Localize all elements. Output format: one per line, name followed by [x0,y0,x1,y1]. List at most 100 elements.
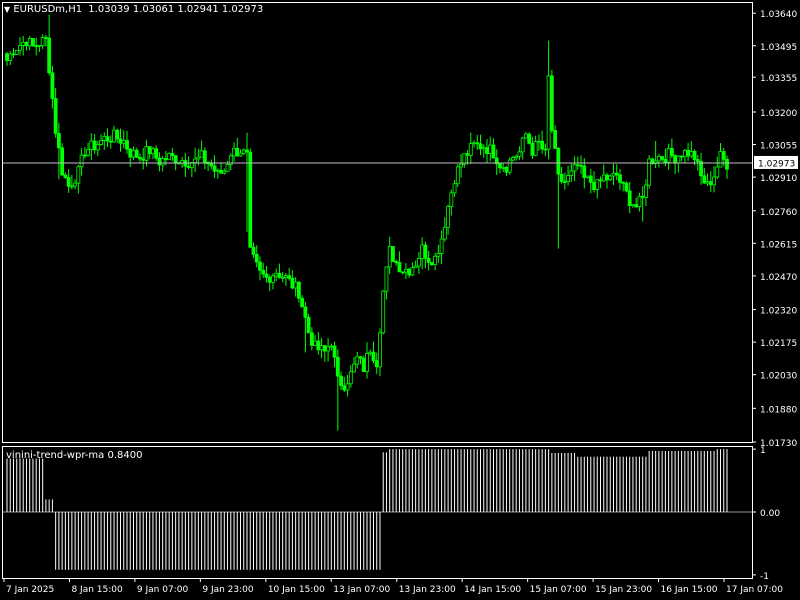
candle-body [689,151,694,157]
time-tick-label: 14 Jan 15:00 [464,585,521,595]
candle-body [284,275,288,278]
candle-body [11,53,16,56]
candle-body [232,147,236,157]
price-tick-label: 1.01880 [760,405,797,415]
candle-body [562,181,567,184]
candle-body [631,204,635,207]
candle-body [193,158,198,163]
candle-body [102,136,107,141]
candle-body [361,358,366,372]
candle-body [695,159,700,162]
candle-body [261,269,266,275]
candle-body [335,356,340,377]
candle-body [76,166,81,184]
candle-body [527,133,532,144]
candle-body [530,142,535,156]
candle-body [520,137,525,153]
candle-body [147,146,152,155]
candle-body [468,143,473,156]
candle-body [164,158,168,161]
candle-body [442,226,447,240]
candle-body [436,252,441,257]
candle-body [40,37,45,46]
candle-body [725,158,729,170]
candle-body [624,182,629,192]
candle-body [426,257,431,263]
candle-body [167,153,172,161]
candle-body [452,183,457,194]
candle-body [186,165,191,168]
candle-body [112,129,116,143]
time-tick-label: 17 Jan 07:00 [726,585,783,595]
time-tick-label: 15 Jan 23:00 [595,585,652,595]
candle-body [245,149,249,153]
candle-body [404,268,408,273]
candle-body [287,275,292,279]
candle-body [151,148,155,155]
candle [60,143,65,176]
candle-body [381,290,386,334]
candle-body [679,155,684,158]
ohlc-values: 1.03039 1.03061 1.02941 1.02973 [88,4,264,15]
candle-body [682,149,687,158]
candle-body [63,174,68,178]
candle-body [692,151,697,160]
candle-body [501,166,506,169]
candle-body [125,140,129,150]
candle-body [400,271,405,274]
candle-body [316,340,321,351]
candle [381,290,386,335]
candle-body [715,166,720,178]
candle-body [209,163,214,167]
candle-body [24,41,29,47]
candle-body [212,165,217,172]
candle-body [264,273,269,278]
time-tick-label: 15 Jan 07:00 [530,585,587,595]
candle-body [446,206,450,228]
candle-body [56,133,61,149]
candle [647,155,652,189]
candle-body [608,175,613,181]
candle-body [439,238,444,254]
candle-body [459,163,463,168]
candle-body [676,155,681,164]
candle-body [507,159,512,173]
candle-body [277,272,282,278]
candle-body [533,141,538,156]
candle-body [99,140,103,145]
candle-body [627,190,632,206]
candle-body [248,151,253,248]
candle-body [556,147,561,175]
candle-body [34,45,39,48]
candle-body [196,156,201,160]
candle-body [423,244,428,259]
candle-body [517,151,522,157]
candle-body [666,148,671,163]
candle-body [202,150,207,163]
candle-body [293,281,298,289]
candle-body [267,276,272,283]
time-tick-label: 7 Jan 2025 [6,585,54,595]
candle-body [86,149,90,156]
candle-body [712,176,716,186]
candle-body [718,151,723,168]
symbol-timeframe: EURUSDm,H1 [13,4,83,15]
candle-body [472,142,476,145]
candle-body [66,177,71,187]
candle-body [514,155,519,159]
candle-body [601,174,606,182]
candle-body [313,340,318,346]
candle-body [121,140,126,144]
candle-body [241,149,246,154]
candle-body [614,172,619,176]
candle-body [199,150,204,158]
candle [549,69,554,134]
dropdown-triangle-icon[interactable]: ▼ [4,5,10,14]
price-tick-label: 1.03495 [760,43,797,53]
candle-body [481,147,486,150]
candle-body [611,172,616,177]
candle-body [433,255,438,266]
candle-body [44,37,48,39]
chart-canvas: 1.03640 1.03495 1.03355 1.03200 1.03055 1.029… [0,0,800,600]
candle-body [219,169,223,174]
